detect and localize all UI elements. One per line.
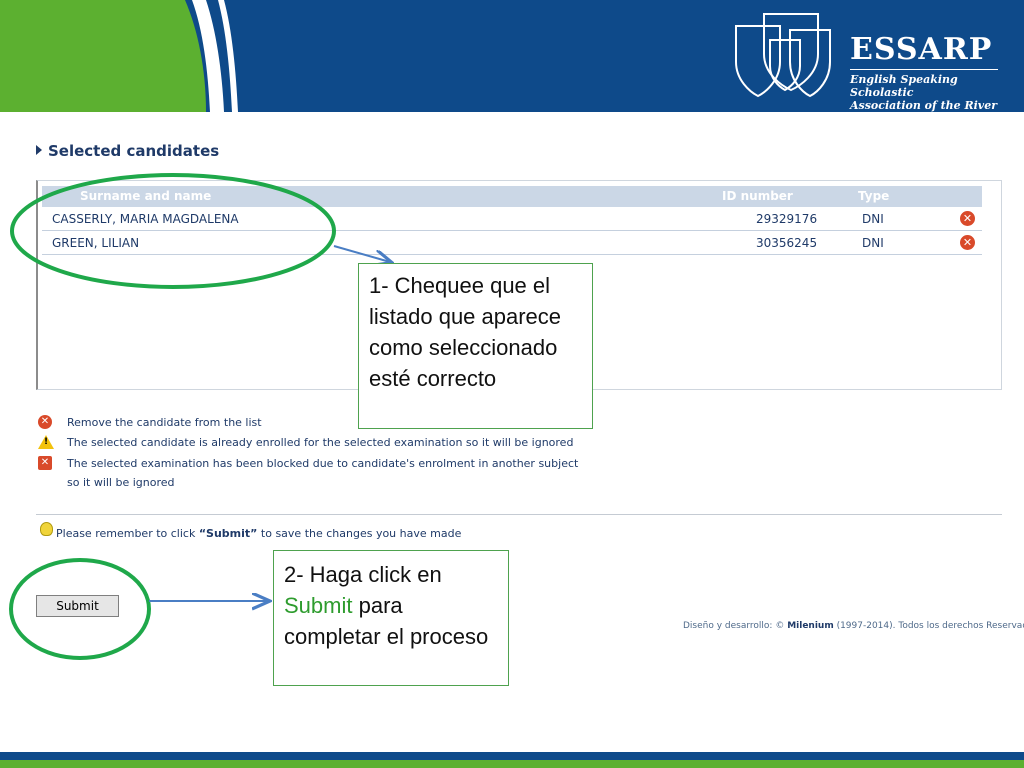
highlight-ellipse-list [10, 173, 336, 289]
arrow-to-callout-1 [333, 245, 390, 262]
highlight-ellipse-submit [9, 558, 151, 660]
footer-stripe-navy [0, 752, 1024, 760]
callout-step-2-highlight: Submit [284, 593, 353, 618]
callout-step-2: 2- Haga click en Submit para completar e… [273, 550, 509, 686]
footer-stripe-green [0, 760, 1024, 768]
callout-step-1: 1- Chequee que el listado que aparece co… [358, 263, 593, 429]
callout-step-2-prefix: 2- Haga click en [284, 562, 442, 587]
